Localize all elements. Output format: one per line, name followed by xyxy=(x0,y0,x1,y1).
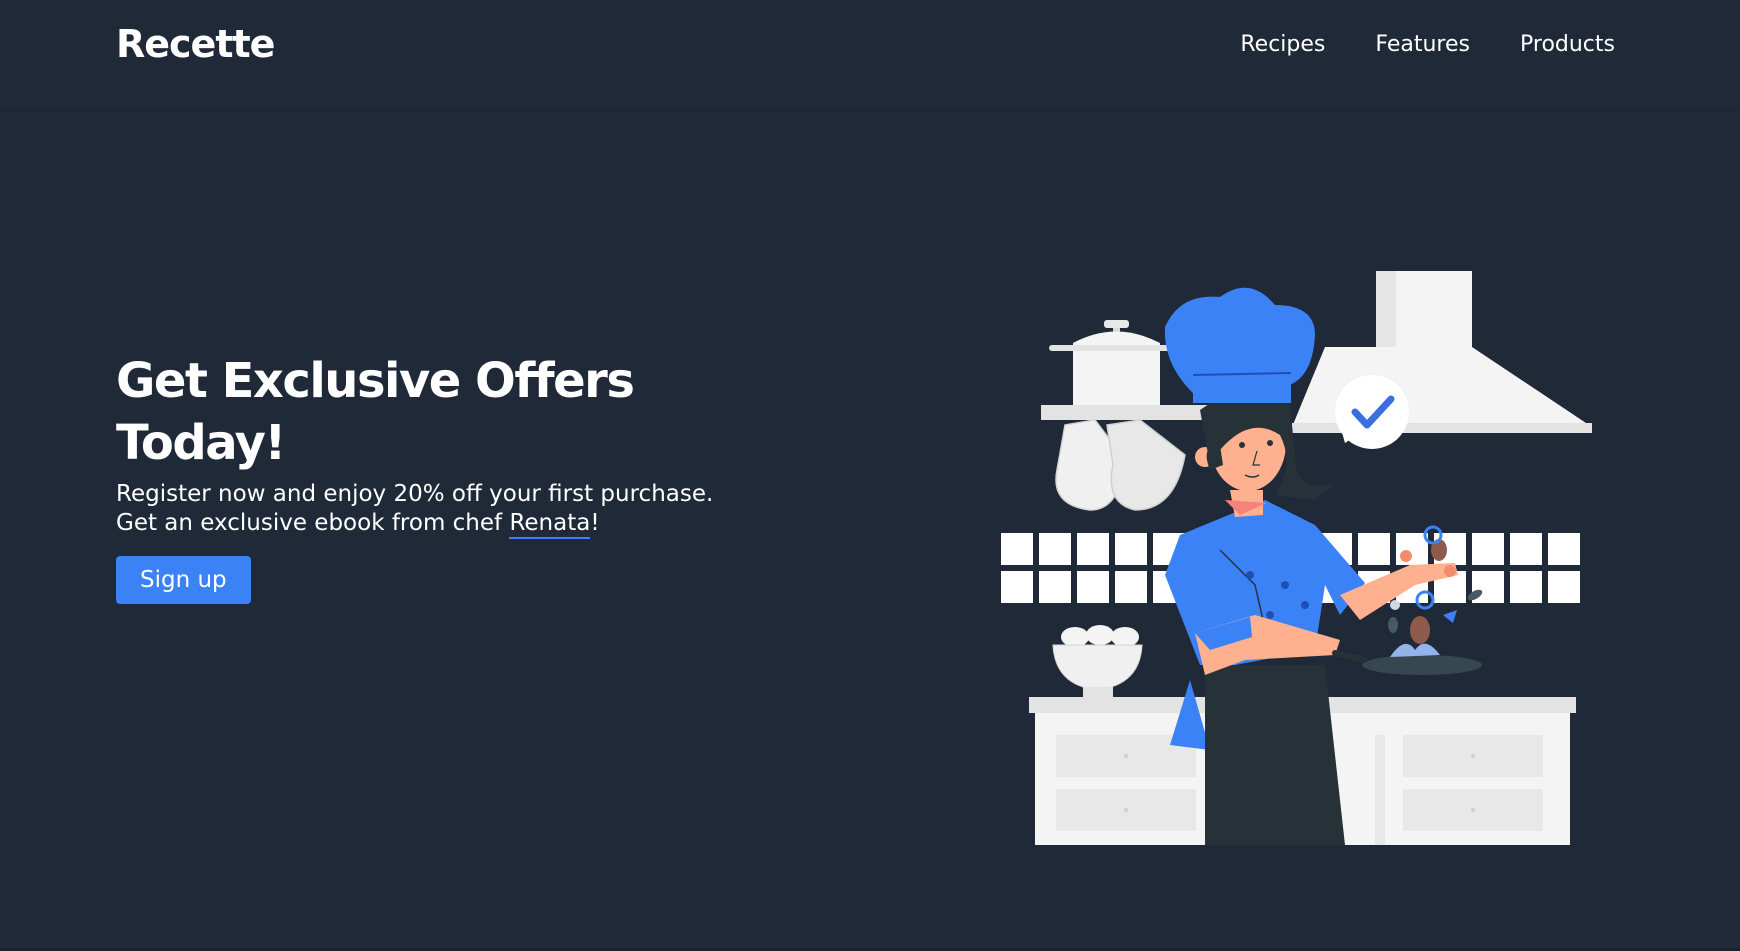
check-badge-icon xyxy=(1335,375,1409,449)
landing-page: Recette Recipes Features Products Get Ex… xyxy=(0,0,1740,951)
chef-cooking-illustration xyxy=(995,265,1615,855)
brand-logo[interactable]: Recette xyxy=(116,22,275,66)
nav-link-recipes[interactable]: Recipes xyxy=(1240,32,1325,57)
frying-pan xyxy=(1332,643,1482,675)
nav-menu: Recipes Features Products xyxy=(1240,32,1615,57)
navbar: Recette Recipes Features Products xyxy=(0,0,1740,111)
signup-button[interactable]: Sign up xyxy=(116,556,251,604)
nav-link-features[interactable]: Features xyxy=(1375,32,1470,57)
hero-offer-text: Register now and enjoy 20% off your firs… xyxy=(116,481,714,507)
oven-mitts xyxy=(1055,419,1186,511)
nav-link-products[interactable]: Products xyxy=(1520,32,1615,57)
hero-ebook-suffix: ! xyxy=(590,510,600,536)
egg-bowl xyxy=(1052,625,1143,697)
hero-ebook-text: Get an exclusive ebook from chef xyxy=(116,510,510,536)
chef-name-highlight: Renata xyxy=(509,510,591,539)
hero-section: Get Exclusive Offers Today! Register now… xyxy=(116,350,816,604)
hero-title: Get Exclusive Offers Today! xyxy=(116,353,635,471)
hero-subtitle: Register now and enjoy 20% off your firs… xyxy=(116,480,816,539)
kitchen-illustration-svg xyxy=(1001,271,1592,845)
